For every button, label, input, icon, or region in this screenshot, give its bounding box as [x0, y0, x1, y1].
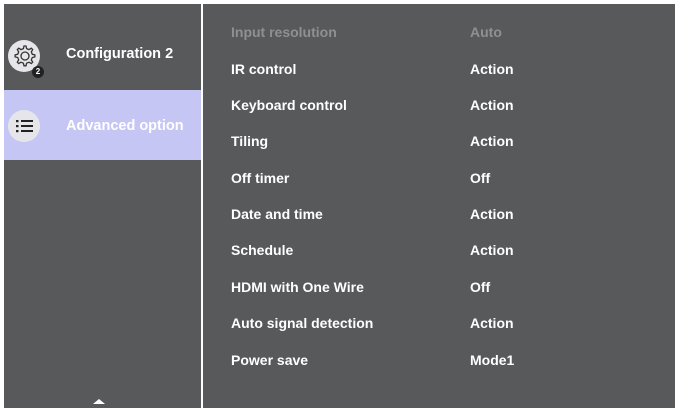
setting-row-power-save[interactable]: Power save Mode1	[231, 352, 631, 372]
setting-value: Action	[470, 315, 514, 331]
setting-value: Auto	[470, 24, 502, 40]
setting-row-hdmi-with-one-wire[interactable]: HDMI with One Wire Off	[231, 279, 631, 299]
setting-row-input-resolution: Input resolution Auto	[231, 24, 631, 44]
setting-value: Mode1	[470, 352, 515, 368]
setting-row-keyboard-control[interactable]: Keyboard control Action	[231, 97, 631, 117]
setting-row-auto-signal-detection[interactable]: Auto signal detection Action	[231, 315, 631, 335]
setting-name: IR control	[231, 61, 297, 77]
setting-value: Action	[470, 206, 514, 222]
setting-name: Auto signal detection	[231, 315, 374, 331]
config-number-badge: 2	[32, 66, 44, 78]
gear-icon: 2	[8, 40, 44, 78]
setting-name: Power save	[231, 352, 309, 368]
divider	[201, 4, 203, 408]
setting-value: Off	[470, 170, 491, 186]
setting-row-ir-control[interactable]: IR control Action	[231, 61, 631, 81]
sidebar-item-advanced-option[interactable]: Advanced option	[4, 90, 201, 160]
setting-row-schedule[interactable]: Schedule Action	[231, 242, 631, 262]
sidebar-item-label: Configuration 2	[66, 46, 174, 62]
setting-value: Action	[470, 61, 514, 77]
setting-row-off-timer[interactable]: Off timer Off	[231, 170, 631, 190]
setting-value: Action	[470, 133, 514, 149]
setting-value: Action	[470, 242, 514, 258]
sidebar-item-label: Advanced option	[66, 118, 184, 134]
setting-value: Off	[470, 279, 491, 295]
scroll-up-arrow-icon[interactable]	[93, 399, 105, 404]
setting-name: Date and time	[231, 206, 323, 222]
setting-row-date-and-time[interactable]: Date and time Action	[231, 206, 631, 226]
setting-value: Action	[470, 97, 514, 113]
list-icon	[8, 110, 40, 142]
setting-name: Tiling	[231, 133, 269, 149]
setting-name: Off timer	[231, 170, 290, 186]
setting-row-tiling[interactable]: Tiling Action	[231, 133, 631, 153]
sidebar-item-configuration-2[interactable]: 2 Configuration 2	[4, 18, 201, 88]
setting-name: Keyboard control	[231, 97, 347, 113]
sidebar: 2 Configuration 2 Advanced option	[4, 4, 201, 408]
osd-screen: 2 Configuration 2 Advanced option Input …	[0, 0, 676, 409]
setting-name: Input resolution	[231, 24, 337, 40]
setting-name: Schedule	[231, 242, 294, 258]
setting-name: HDMI with One Wire	[231, 279, 364, 295]
